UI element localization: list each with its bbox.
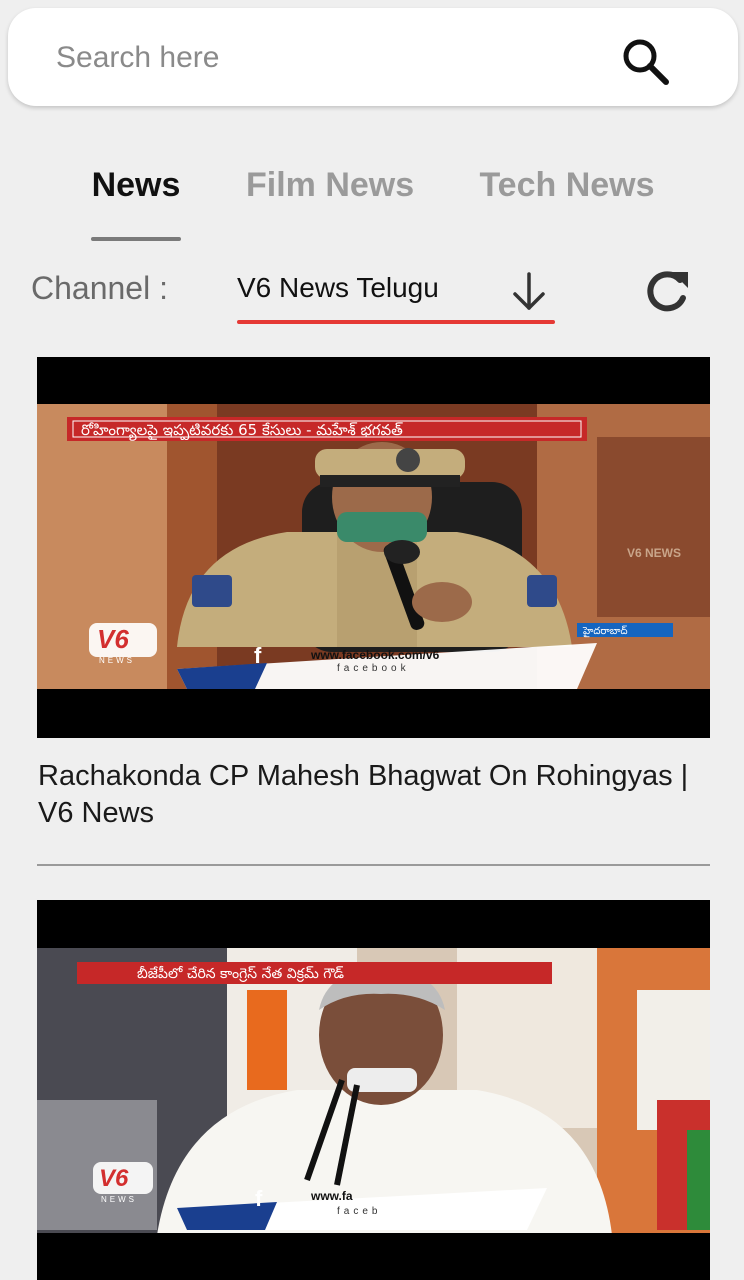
- refresh-icon[interactable]: [642, 266, 692, 316]
- search-icon[interactable]: [620, 36, 672, 88]
- channel-selected-value: V6 News Telugu: [237, 272, 439, 303]
- channel-logo-sub: NEWS: [101, 1195, 137, 1204]
- thumbnail-banner-text: బీజేపీలో చేరిన కాంగ్రెస్ నేత విక్రమ్ గౌడ…: [137, 965, 344, 982]
- tab-tech-news[interactable]: Tech News: [479, 166, 655, 214]
- arrow-down-icon: [513, 272, 545, 310]
- search-input[interactable]: [54, 34, 578, 82]
- app-screen: News Film News Tech News Channel : V6 Ne…: [0, 0, 744, 1280]
- tab-film-news[interactable]: Film News: [246, 166, 414, 214]
- channel-logo: V6: [99, 1165, 129, 1192]
- social-name: facebook: [337, 663, 410, 674]
- social-name: faceb: [337, 1206, 381, 1217]
- channel-dropdown[interactable]: V6 News Telugu: [237, 262, 555, 324]
- video-thumbnail[interactable]: V6 NEWS రోహింగ్యాలపై ఇప్పటివరకు 65 కేసుల…: [37, 357, 710, 738]
- channel-dropdown-underline: [237, 320, 555, 324]
- video-thumbnail[interactable]: బీజేపీలో చేరిన కాంగ్రెస్ నేత విక్రమ్ గౌడ…: [37, 900, 710, 1280]
- active-tab-indicator: [91, 237, 181, 241]
- search-bar: [8, 8, 738, 106]
- thumbnail-scene: V6 NEWS రోహింగ్యాలపై ఇప్పటివరకు 65 కేసుల…: [37, 357, 710, 738]
- thumbnail-banner-text: రోహింగ్యాలపై ఇప్పటివరకు 65 కేసులు - మహేశ…: [81, 421, 403, 441]
- channel-label: Channel :: [31, 270, 168, 306]
- social-url: www.facebook.com/v6: [310, 648, 440, 662]
- facebook-icon: f: [255, 1186, 263, 1211]
- card-divider: [37, 864, 710, 866]
- channel-logo-sub: NEWS: [99, 656, 135, 665]
- channel-watermark: V6 NEWS: [627, 546, 681, 560]
- video-title[interactable]: Rachakonda CP Mahesh Bhagwat On Rohingya…: [38, 758, 718, 832]
- tab-news[interactable]: News: [91, 166, 181, 214]
- channel-logo: V6: [97, 624, 129, 654]
- facebook-icon: f: [254, 643, 262, 668]
- location-tag: హైదరాబాద్: [582, 625, 628, 638]
- social-url: www.fa: [310, 1189, 353, 1203]
- thumbnail-scene: బీజేపీలో చేరిన కాంగ్రెస్ నేత విక్రమ్ గౌడ…: [37, 900, 710, 1280]
